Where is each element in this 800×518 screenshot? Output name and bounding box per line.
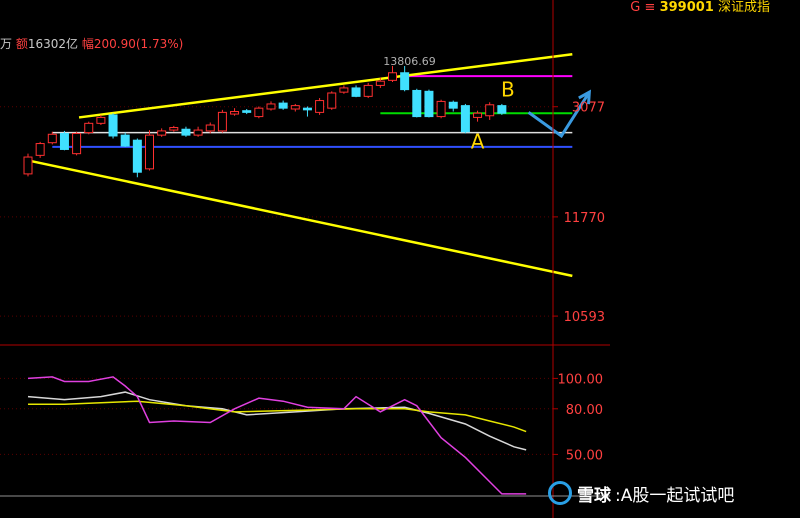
candle-down xyxy=(448,101,458,109)
g-badge[interactable]: G xyxy=(630,0,640,15)
candle-up xyxy=(290,105,300,110)
candlestick-chart: 3077 11770 10593 100.00 80.00 50.00 B A 13806.6… xyxy=(0,0,610,518)
candle-up xyxy=(35,143,45,156)
candle-up xyxy=(315,100,325,113)
candle-down xyxy=(424,90,434,118)
axis-layer: 3077 11770 10593 100.00 80.00 50.00 xyxy=(0,0,610,518)
candle-down xyxy=(242,110,252,113)
point-label-b: B xyxy=(501,77,515,101)
osc-tick-label: 100.00 xyxy=(558,372,604,387)
osc-tick-label: 80.00 xyxy=(566,403,603,418)
candle-down xyxy=(302,107,312,111)
index-title: G ≡ 399001 深证成指 xyxy=(630,1,770,15)
candle-up xyxy=(193,129,203,136)
candle-up xyxy=(84,122,94,134)
watermark-brand: 雪球 xyxy=(577,485,611,506)
osc-tick-label: 50.00 xyxy=(566,448,603,463)
amount-value: 16302亿 xyxy=(27,37,79,51)
candle-up xyxy=(388,72,397,81)
index-code: 399001 xyxy=(659,0,714,15)
unit-label: 万 xyxy=(0,37,13,51)
candle-up xyxy=(254,107,264,118)
price-tick-label: 3077 xyxy=(572,101,605,116)
candle-down xyxy=(59,132,69,150)
candle-down xyxy=(412,89,422,118)
candle-up xyxy=(327,92,337,109)
candle-up xyxy=(145,134,154,170)
amount-label: 额 xyxy=(15,37,28,51)
candle-up xyxy=(205,124,215,132)
oscillator-line xyxy=(27,376,527,495)
candles-layer xyxy=(23,66,507,178)
candle-up xyxy=(266,103,276,110)
xueqiu-logo-icon xyxy=(548,481,572,505)
candle-up xyxy=(23,156,33,175)
candle-up xyxy=(169,127,179,131)
candle-down xyxy=(351,87,361,97)
candle-down xyxy=(497,105,507,114)
grid-layer xyxy=(0,106,553,455)
candle-up xyxy=(375,80,385,86)
candle-up xyxy=(230,111,240,115)
wedge-lower-trendline xyxy=(27,159,573,278)
candle-up xyxy=(157,130,167,136)
oscillator-layer xyxy=(27,376,527,495)
candle-down xyxy=(400,72,410,91)
candle-up xyxy=(339,87,349,93)
candle-down xyxy=(181,128,191,136)
price-tick-label: 11770 xyxy=(564,211,605,226)
watermark-text: :A股一起试试吧 xyxy=(615,485,735,506)
change-value: 200.90(1.73%) xyxy=(93,37,184,51)
price-tick-label: 10593 xyxy=(564,310,605,325)
xueqiu-watermark: 雪球 :A股一起试试吧 xyxy=(548,479,734,507)
index-name: 深证成指 xyxy=(717,0,770,15)
candle-up xyxy=(485,104,495,117)
candle-down xyxy=(460,105,470,133)
candle-up xyxy=(96,116,106,124)
summary-header: 万 额16302亿 幅200.90(1.73%) xyxy=(0,37,183,51)
candle-up xyxy=(217,111,227,132)
candle-up xyxy=(72,132,82,155)
point-label-a: A xyxy=(471,130,485,154)
change-label: 幅 xyxy=(81,37,94,51)
oscillator-line xyxy=(28,400,527,433)
menu-icon[interactable]: ≡ xyxy=(645,0,656,15)
peak-value-label: 13806.69 xyxy=(383,55,436,68)
candle-down xyxy=(278,102,288,109)
candle-up xyxy=(363,84,373,97)
candle-down xyxy=(120,134,130,147)
candle-down xyxy=(108,114,118,137)
candle-up xyxy=(473,112,483,118)
candle-up xyxy=(436,100,446,118)
candle-up xyxy=(47,133,57,144)
candle-down xyxy=(132,139,142,173)
